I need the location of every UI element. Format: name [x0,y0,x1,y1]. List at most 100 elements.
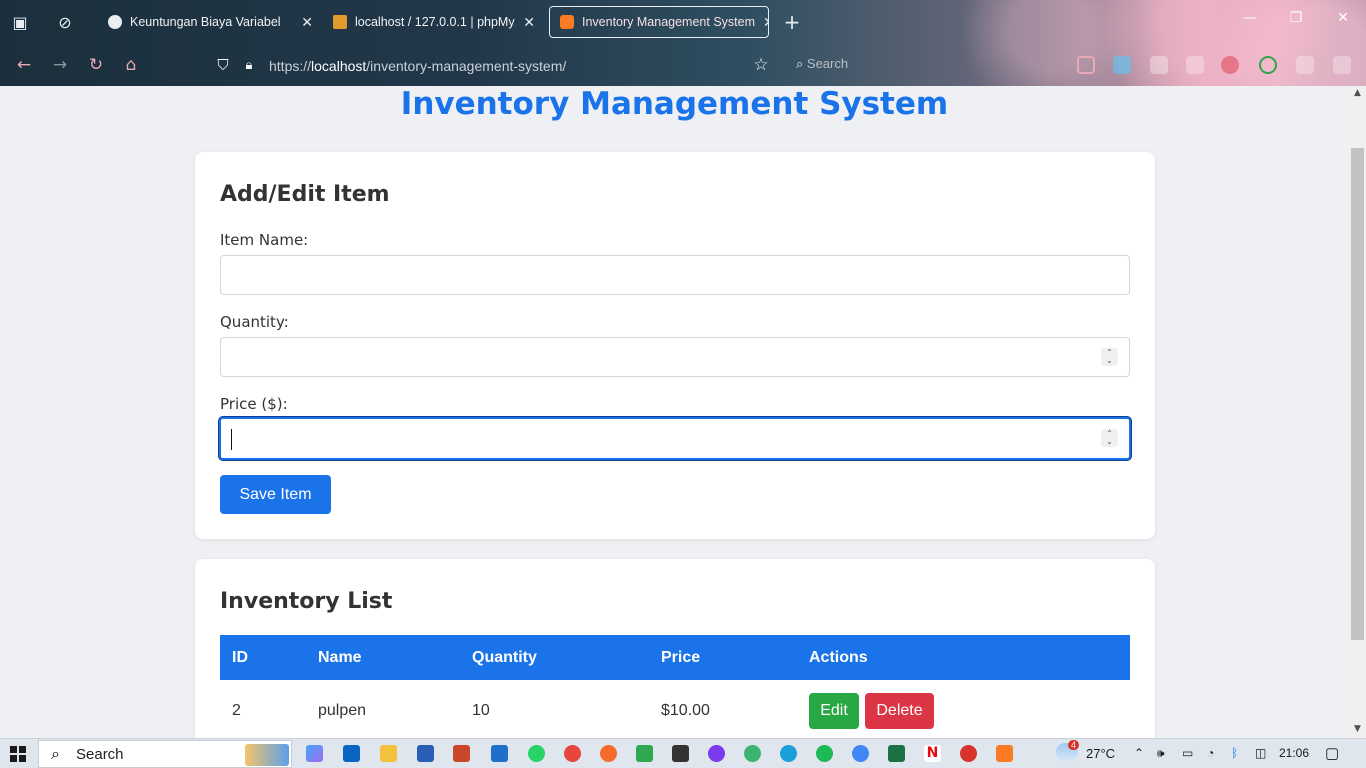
add-edit-card: Add/Edit Item Item Name: Quantity: ⌃ ⌄ Pr… [195,152,1155,539]
tab-title: Keuntungan Biaya Variabel [130,15,281,29]
new-tab-icon[interactable]: + [778,8,806,36]
address-bar[interactable]: https://localhost/inventory-management-s… [269,58,566,74]
taskbar: ⌕ Search N 4 27°C ⌃ 🕪︎ ▭ ◔ ᛒ ◫ 21:06 ▢ [0,738,1366,768]
phpmyadmin-icon [333,15,347,29]
taskbar-search[interactable]: ⌕ Search [38,740,292,768]
openai-icon [108,15,122,29]
battery-icon[interactable]: ▭ [1182,746,1193,760]
page-viewport: Inventory Management System Add/Edit Ite… [0,86,1349,738]
column-header-id: ID [220,635,306,680]
whatsapp-icon[interactable] [528,745,545,762]
windows-start-icon[interactable] [10,746,26,762]
close-tab-icon[interactable]: ✕ [755,14,768,31]
scroll-down-icon[interactable]: ▼ [1349,724,1366,734]
xampp-icon[interactable] [996,745,1013,762]
close-tab-icon[interactable]: ✕ [515,14,535,31]
tab-title: localhost / 127.0.0.1 | phpMyAd [355,15,516,29]
quantity-label: Quantity: [220,313,289,331]
item-name-label: Item Name: [220,231,309,249]
extension-icon[interactable] [1150,56,1168,74]
store-icon[interactable] [491,745,508,762]
tab-manager-icon[interactable]: ▣ [6,8,34,36]
firefox-icon[interactable] [600,745,617,762]
scroll-up-icon[interactable]: ▲ [1349,88,1366,98]
forward-icon[interactable]: → [49,54,71,76]
weather-temp[interactable]: 27°C [1086,746,1115,761]
notification-icon[interactable]: ▢ [1325,744,1339,762]
cell-actions: Edit Delete [797,680,1130,738]
system-icon[interactable]: ◫ [1255,746,1266,760]
close-window-icon[interactable]: ✕ [1333,10,1353,26]
outlook-icon[interactable] [343,745,360,762]
volume-icon[interactable]: 🕪︎ [1157,746,1165,761]
download-icon[interactable] [1113,56,1131,74]
clock[interactable]: 21:06 [1279,746,1309,760]
app-icon[interactable] [636,745,653,762]
quantity-stepper[interactable]: ⌃ ⌄ [1101,348,1118,366]
file-explorer-icon[interactable] [380,745,397,762]
minimize-icon[interactable]: — [1240,10,1260,26]
edit-button[interactable]: Edit [809,693,859,729]
quantity-input[interactable]: ⌃ ⌄ [220,337,1130,377]
home-icon[interactable]: ⌂ [120,54,142,76]
cell-price: $10.00 [661,702,710,719]
chevron-up-icon[interactable]: ⌃ [1134,746,1144,760]
excel-icon[interactable] [888,745,905,762]
xampp-icon [560,15,574,29]
taskbar-search-label: Search [76,745,124,763]
back-icon[interactable]: ← [13,54,35,76]
reload-icon[interactable]: ↻ [85,54,107,76]
powerpoint-icon[interactable] [453,745,470,762]
grammarly-icon[interactable] [1259,56,1277,74]
cell-quantity: 10 [472,702,490,719]
url-host: localhost [311,58,367,74]
column-header-actions: Actions [797,635,1130,680]
spotify-icon[interactable] [816,745,833,762]
word-icon[interactable] [417,745,434,762]
search-highlight-icon [245,744,289,766]
table-row: 2 pulpen 10 $10.00 Edit Delete [220,680,1130,738]
copilot-icon[interactable] [306,745,323,762]
app-icon[interactable] [960,745,977,762]
chrome-icon[interactable] [564,745,581,762]
tab-title: Inventory Management System [582,15,755,29]
item-name-input[interactable] [220,255,1130,295]
extension-icon[interactable] [1296,56,1314,74]
search-icon: ⌕ [51,744,60,763]
table-header-row: ID Name Quantity Price Actions [220,635,1130,680]
wifi-icon[interactable]: ◔ [1207,746,1214,760]
netflix-icon[interactable]: N [924,745,941,762]
app-icon[interactable] [744,745,761,762]
tab-inventory[interactable]: Inventory Management System ✕ [549,6,769,38]
cell-id: 2 [232,702,241,719]
inventory-heading: Inventory List [220,589,393,614]
search-placeholder: Search [806,56,849,71]
app-icon[interactable] [708,745,725,762]
price-stepper[interactable]: ⌃ ⌄ [1101,429,1118,447]
edge-icon[interactable] [780,745,797,762]
bookmark-star-icon[interactable]: ☆ [750,54,772,76]
restore-icon[interactable]: ❐ [1286,10,1306,26]
extension-icon[interactable] [1186,56,1204,74]
search-box[interactable]: ⌕ Search [796,56,848,72]
save-item-button[interactable]: Save Item [220,475,331,514]
lock-icon[interactable]: 🔒︎ [238,54,260,76]
extension-icon[interactable] [1221,56,1239,74]
url-path: /inventory-management-system/ [366,58,567,74]
close-tab-icon[interactable]: ✕ [293,14,313,31]
app-icon[interactable] [672,745,689,762]
pocket-icon[interactable] [1077,56,1095,74]
tab-bar: ▣ ⊘ Keuntungan Biaya Variabel ✕ localhos… [0,0,1366,44]
tab-phpmyadmin[interactable]: localhost / 127.0.0.1 | phpMyAd ✕ [323,6,545,38]
shield-icon[interactable]: ⛉ [212,54,234,76]
bluetooth-icon[interactable]: ᛒ [1231,746,1238,760]
chrome-icon[interactable] [852,745,869,762]
form-heading: Add/Edit Item [220,182,390,207]
delete-button[interactable]: Delete [865,693,934,729]
scroll-thumb[interactable] [1351,148,1364,640]
price-input[interactable]: ⌃ ⌄ [219,417,1131,460]
sidebar-icon[interactable]: ⊘ [51,8,79,36]
menu-icon[interactable] [1333,56,1351,74]
tab-keuntungan[interactable]: Keuntungan Biaya Variabel ✕ [98,6,323,38]
page-scrollbar[interactable]: ▲ ▼ [1349,86,1366,738]
